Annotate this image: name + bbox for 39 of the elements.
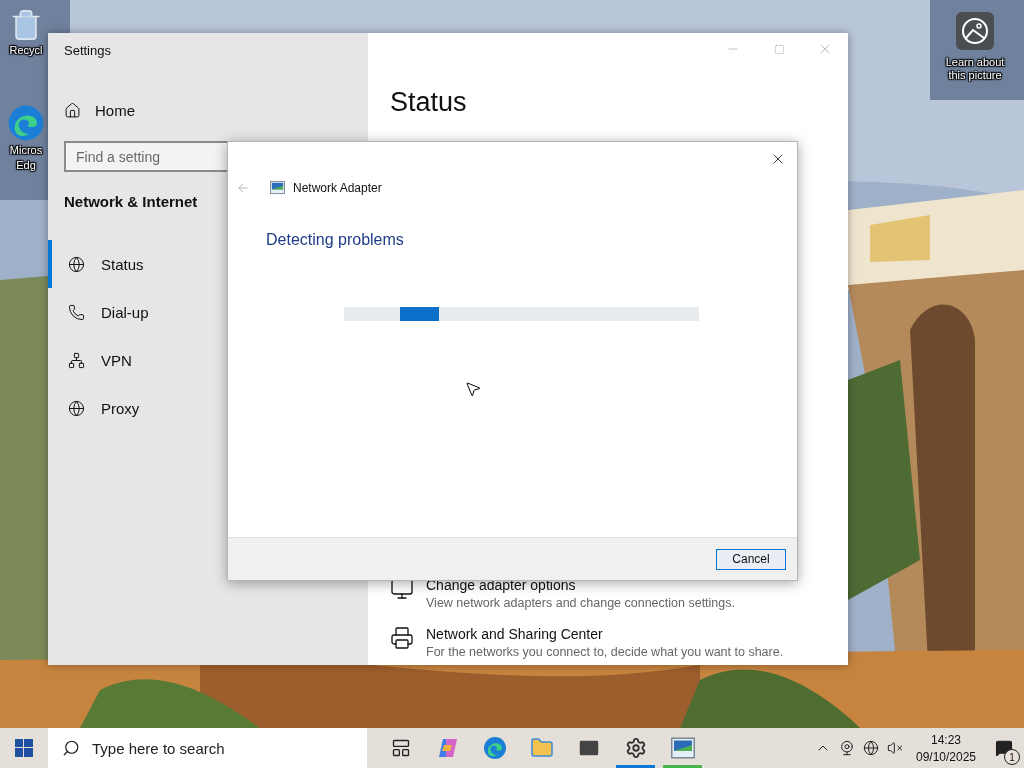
- task-view-icon[interactable]: [390, 738, 411, 758]
- taskbar-search-field[interactable]: Type here to search: [48, 728, 367, 768]
- home-icon: [64, 102, 81, 119]
- picture-info-label[interactable]: Learn about this picture: [940, 56, 1010, 82]
- recycle-bin-icon[interactable]: [9, 8, 43, 42]
- globe-icon: [68, 255, 85, 273]
- muted-speaker-icon[interactable]: [887, 740, 903, 756]
- globe-icon: [68, 399, 85, 417]
- globe-icon[interactable]: [863, 740, 879, 756]
- folder-icon[interactable]: [529, 736, 554, 760]
- cancel-button[interactable]: Cancel: [716, 548, 786, 570]
- home-link[interactable]: Home: [64, 102, 135, 119]
- desktop-icon-label[interactable]: Micros: [9, 144, 43, 157]
- picture-info-icon[interactable]: [956, 12, 994, 50]
- desktop-icon-label[interactable]: Recycl: [9, 44, 43, 57]
- clock-time[interactable]: 14:23: [931, 732, 961, 747]
- printer-icon: [390, 626, 414, 650]
- phone-icon: [68, 303, 85, 321]
- mouse-pointer-icon: [464, 380, 482, 398]
- network-adapter-icon[interactable]: [670, 736, 695, 760]
- clock-date[interactable]: 09/10/2025: [915, 749, 977, 764]
- settings-icon[interactable]: [624, 737, 647, 759]
- network-icon: [68, 351, 85, 369]
- window-title: Settings: [64, 43, 111, 58]
- link-description: For the networks you connect to, decide what you want to share.: [426, 645, 784, 659]
- settings-link[interactable]: Network and Sharing Center: [426, 626, 603, 642]
- settings-link[interactable]: Change adapter options: [426, 577, 576, 593]
- browser-icon[interactable]: [482, 736, 507, 760]
- section-heading: Network & Internet: [64, 193, 198, 210]
- notification-badge: 1: [1004, 749, 1020, 765]
- windows-logo-icon[interactable]: [15, 739, 33, 757]
- search-icon: [62, 739, 80, 757]
- page-title: Status: [390, 87, 467, 118]
- network-adapter-icon: [270, 180, 285, 195]
- dialog-title: Network Adapter: [293, 180, 382, 195]
- desktop-icon-label[interactable]: Edg: [16, 159, 36, 172]
- webcam-icon[interactable]: [839, 740, 855, 756]
- maximize-icon: [773, 43, 785, 55]
- link-description: View network adapters and change connection settings.: [426, 596, 735, 610]
